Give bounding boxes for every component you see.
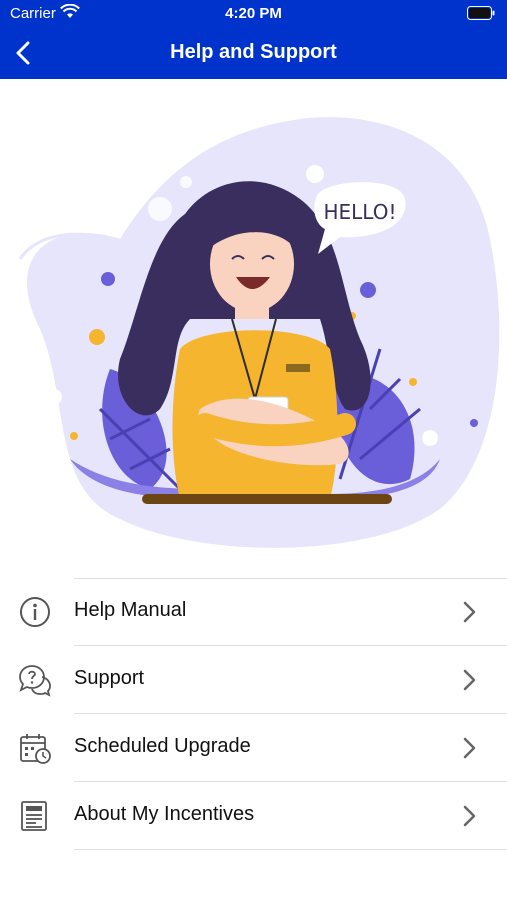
nav-bar: Help and Support	[0, 28, 507, 79]
chevron-right-icon	[463, 669, 476, 691]
info-icon	[20, 597, 50, 627]
document-icon	[21, 801, 47, 831]
support-illustration: HELLO!	[18, 117, 500, 548]
menu-item-support[interactable]: Support	[0, 646, 507, 713]
top-bar: Carrier 4:20 PM Help and Support	[0, 0, 507, 79]
menu-item-help-manual[interactable]: Help Manual	[0, 578, 507, 645]
menu-item-label: Help Manual	[74, 599, 187, 621]
status-bar: Carrier 4:20 PM	[0, 0, 507, 28]
menu-item-label: Scheduled Upgrade	[74, 735, 251, 757]
menu-item-about-my-incentives[interactable]: About My Incentives	[0, 782, 507, 849]
chevron-right-icon	[463, 737, 476, 759]
chat-question-icon	[19, 665, 51, 697]
chevron-right-icon	[463, 601, 476, 623]
menu-divider	[74, 849, 507, 850]
chevron-right-icon	[463, 805, 476, 827]
menu-item-label: About My Incentives	[74, 803, 255, 825]
page-title: Help and Support	[170, 41, 337, 63]
menu-item-scheduled-upgrade[interactable]: Scheduled Upgrade	[0, 714, 507, 781]
menu-item-label: Support	[74, 667, 145, 689]
calendar-clock-icon	[20, 734, 51, 764]
speech-bubble-text: HELLO!	[323, 200, 396, 224]
battery-icon	[467, 6, 495, 20]
status-time: 4:20 PM	[225, 5, 282, 22]
